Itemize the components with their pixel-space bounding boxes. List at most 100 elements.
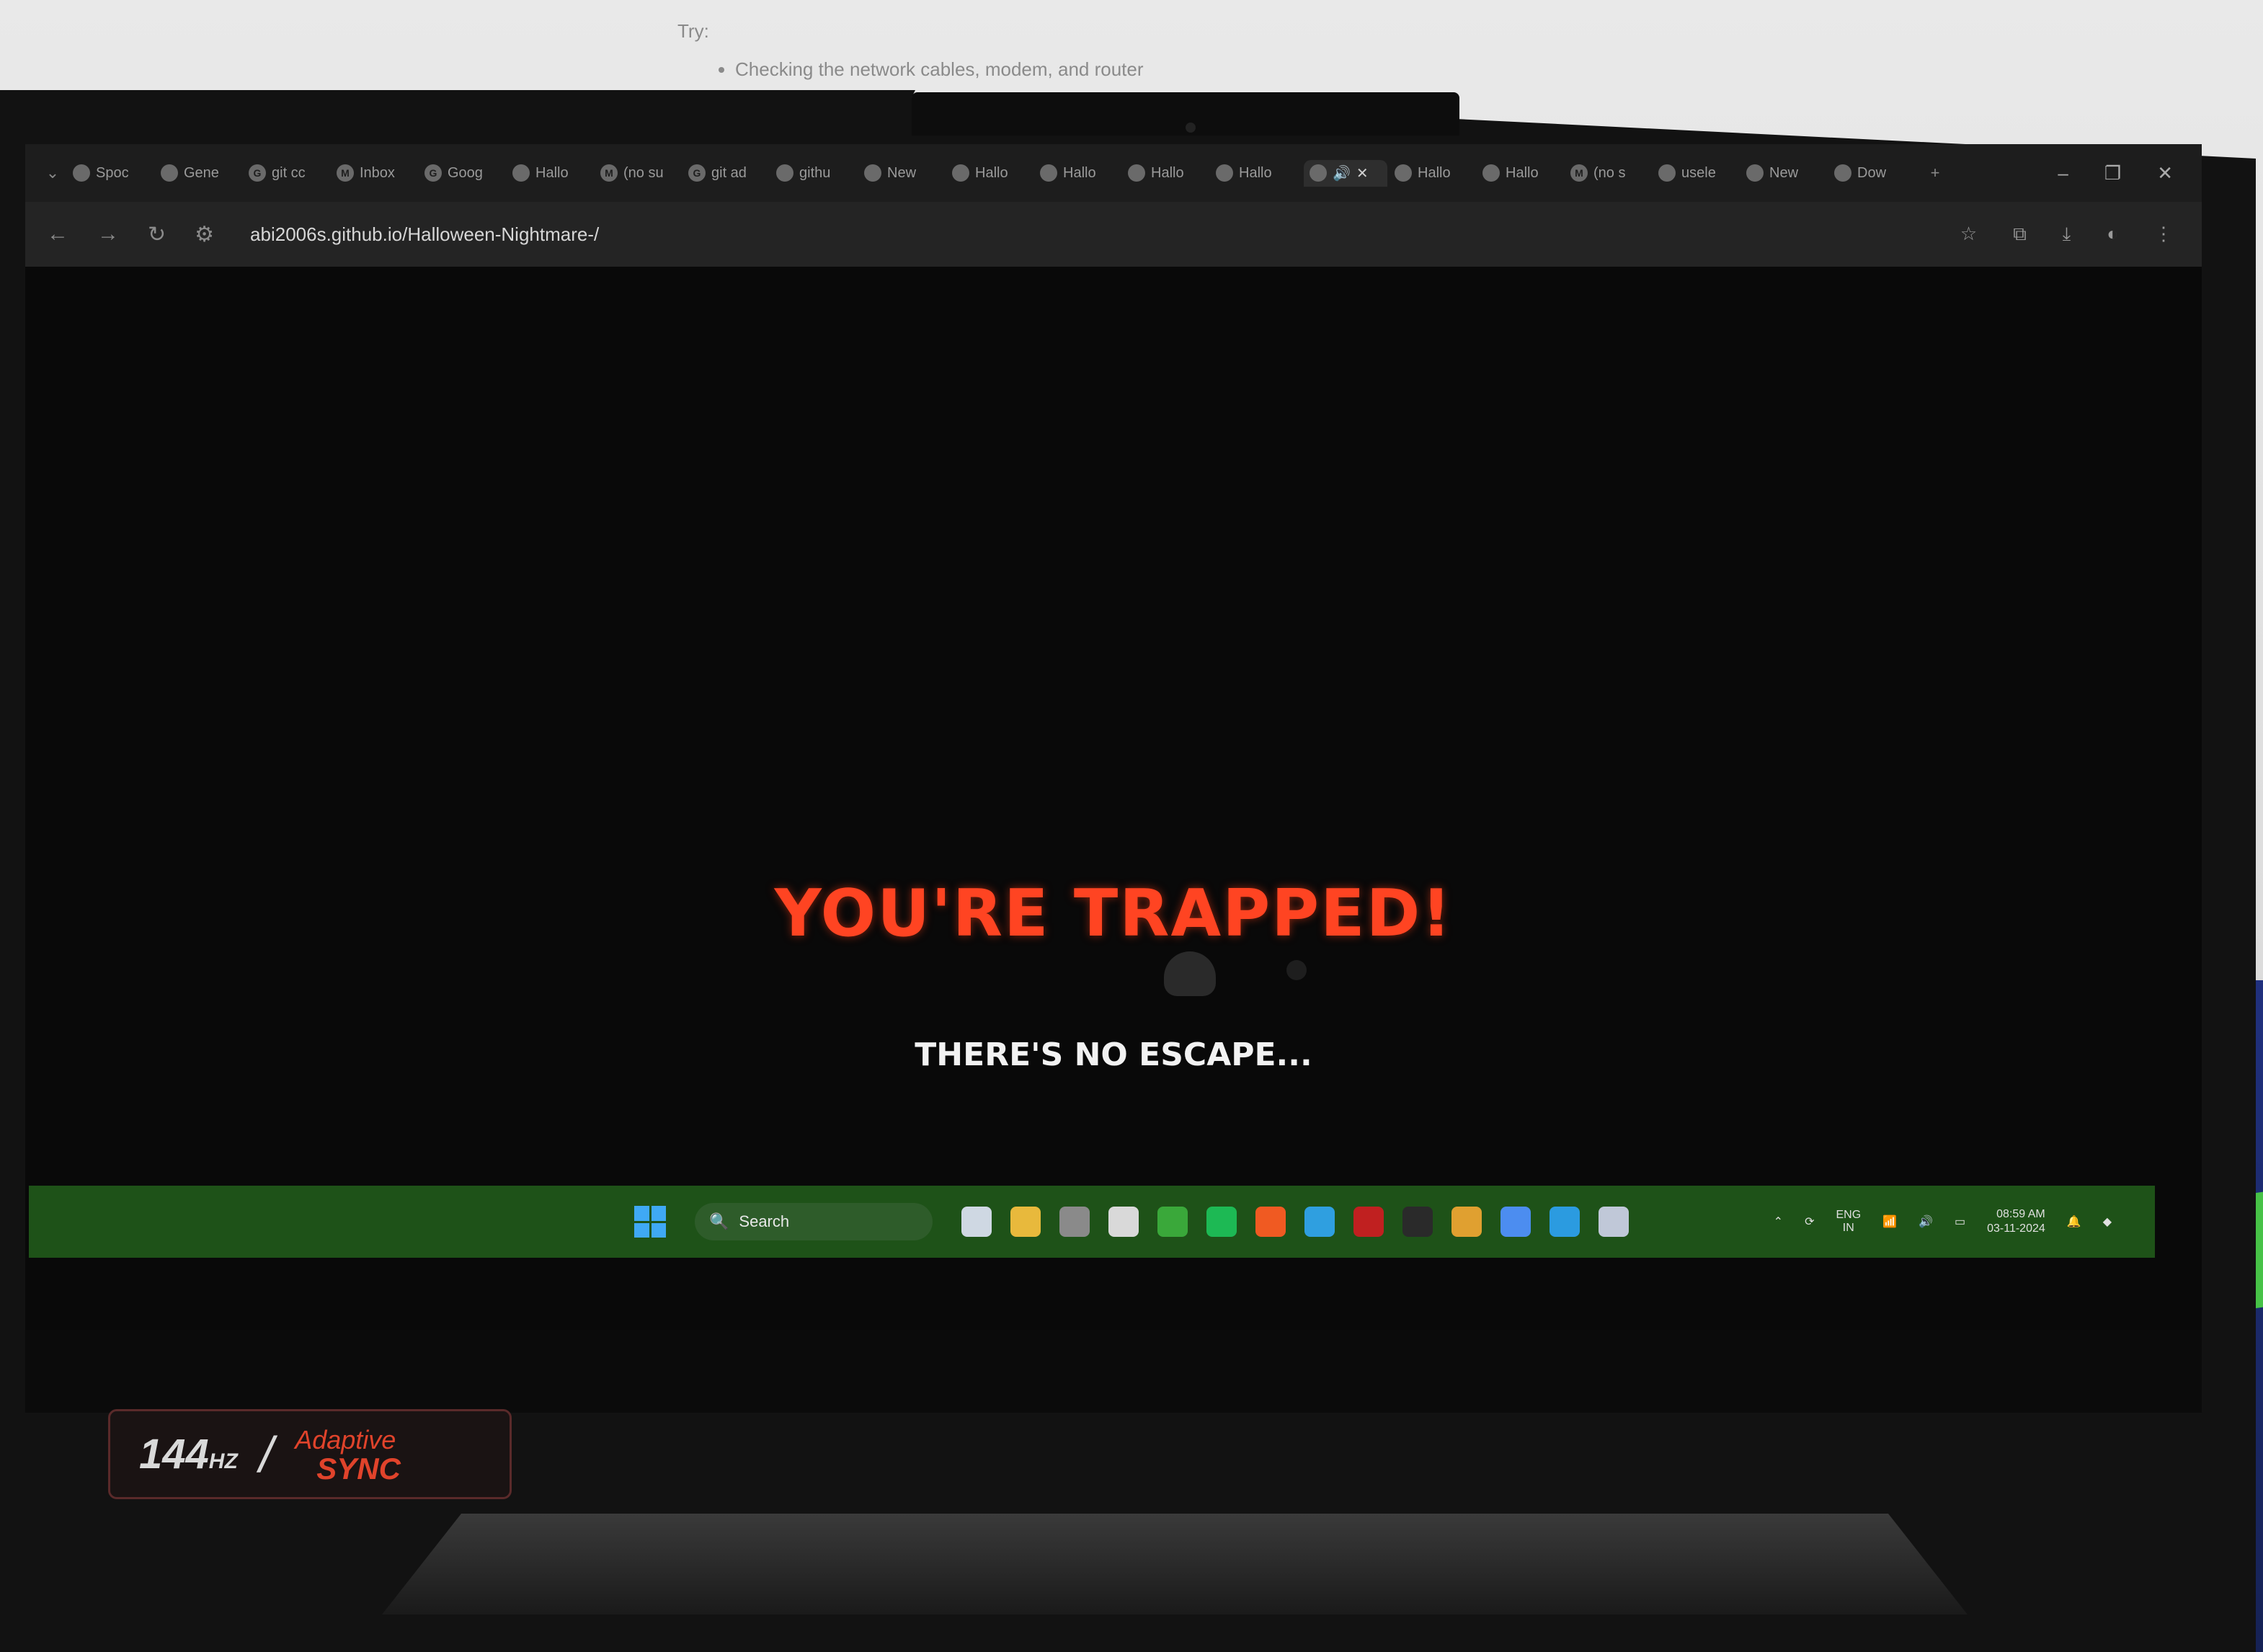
gmail-icon: M [337,164,354,182]
download-icon [1834,164,1851,182]
bookmark-star-icon[interactable]: ☆ [1960,223,1977,246]
reload-icon[interactable]: ↻ [148,222,166,247]
address-bar: ← → ↻ ⚙ abi2006s.github.io/Halloween-Nig… [25,202,2202,267]
notification-bell-icon[interactable]: 🔔 [2067,1214,2081,1229]
browser-tab-active[interactable]: 🔊 ✕ [1304,159,1387,187]
github-icon [1658,164,1676,182]
clock[interactable]: 08:59 AM 03-11-2024 [1987,1207,2045,1236]
terminal-icon[interactable] [1402,1207,1433,1237]
google-icon: G [249,164,266,182]
back-arrow-icon[interactable]: ← [47,222,68,247]
window-controls: – ❐ ✕ [2058,162,2202,185]
ghost-dot [1286,960,1307,980]
chrome-icon[interactable] [1451,1207,1482,1237]
snipping-tool-icon[interactable] [1599,1207,1629,1237]
language-indicator[interactable]: ENG IN [1836,1209,1861,1235]
download-icon[interactable]: ⤓ [2063,223,2071,246]
page-title: YOU'RE TRAPPED! [774,876,1453,951]
windows-taskbar: 🔍 Search ⌃ ⟳ ENG IN 📶 🔊 ▭ 08:59 AM 03-11… [29,1186,2155,1258]
minimize-icon[interactable]: – [2058,162,2068,185]
new-tab-button[interactable]: + [1922,164,1948,182]
profile-avatar[interactable]: ◐ [2107,223,2118,246]
site-settings-icon[interactable]: ⚙ [195,222,214,247]
restore-icon[interactable]: ❐ [2104,162,2121,185]
edge-icon[interactable] [1304,1207,1335,1237]
toolbar-actions: ☆ ⧉ ⤓ ◐ ⋮ [1960,223,2202,246]
copilot-icon[interactable]: ◆ [2103,1214,2112,1229]
taskbar-apps [961,1207,1629,1237]
tab-search-chevron-icon[interactable]: ⌄ [40,164,66,182]
skull-icon [1164,951,1216,996]
adaptive-sync-sticker: 144HZ / Adaptive SYNC [108,1409,512,1499]
browser-tab[interactable]: Hallo [1482,164,1563,182]
browser-tab[interactable]: New [864,164,945,182]
page-icon [1395,164,1412,182]
doc-try-label: Try: [677,20,709,42]
google-icon: G [688,164,706,182]
sticker-divider: / [259,1426,274,1483]
browser-tab[interactable]: Hallo [952,164,1033,182]
page-icon [1128,164,1145,182]
browser-tab[interactable]: Hallo [1128,164,1209,182]
chevron-up-icon[interactable]: ⌃ [1774,1214,1783,1229]
app-icon[interactable] [1059,1207,1090,1237]
browser-tab[interactable]: usele [1658,164,1739,182]
xbox-icon[interactable] [1157,1207,1188,1237]
browser-tab[interactable]: G Goog [424,164,505,182]
browser-tab[interactable]: M (no s [1570,164,1651,182]
browser-tab[interactable]: M (no su [600,164,681,182]
brave-icon[interactable] [1255,1207,1286,1237]
browser-tab[interactable]: New [1746,164,1827,182]
chrome-icon [1746,164,1764,182]
vscode-icon[interactable] [1550,1207,1580,1237]
armoury-icon[interactable] [1353,1207,1384,1237]
close-icon[interactable]: ✕ [2157,162,2173,185]
page-icon [1040,164,1057,182]
browser-tab[interactable]: Hallo [1040,164,1121,182]
battery-icon[interactable]: ▭ [1955,1214,1965,1229]
gmail-icon: M [600,164,618,182]
chrome-icon [864,164,881,182]
task-view-icon[interactable] [961,1207,992,1237]
refresh-rate: 144HZ [139,1431,238,1478]
search-icon: 🔍 [709,1212,729,1230]
wifi-icon[interactable]: 📶 [1882,1214,1897,1229]
browser-tab-bar: ⌄ Spoc Gene Ggit cc M Inbox G Goog Hallo M… [25,144,2202,202]
forward-arrow-icon[interactable]: → [97,222,119,247]
browser-tab[interactable]: Ggit ad [688,164,769,182]
speaker-icon[interactable]: 🔊 [1333,164,1351,182]
browser-tab[interactable]: Dow [1834,164,1915,182]
browser-tab[interactable]: Hallo [512,164,593,182]
gemini-icon [161,164,178,182]
google-icon: G [424,164,442,182]
chrome-canary-icon[interactable] [1500,1207,1531,1237]
globe-icon [73,164,90,182]
webcam-icon [1186,123,1196,133]
browser-tab[interactable]: Ggit cc [249,164,329,182]
spotify-icon[interactable] [1206,1207,1237,1237]
taskbar-search[interactable]: 🔍 Search [695,1203,933,1240]
store-icon[interactable] [1108,1207,1139,1237]
system-tray: ⌃ ⟳ ENG IN 📶 🔊 ▭ 08:59 AM 03-11-2024 🔔 ◆ [1774,1207,2155,1236]
browser-tab[interactable]: M Inbox [337,164,417,182]
tab-close-icon[interactable]: ✕ [1356,164,1369,182]
page-icon [512,164,530,182]
page-icon [1310,164,1327,182]
web-page: YOU'RE TRAPPED! THERE'S NO ESCAPE... [25,267,2202,1330]
extensions-icon[interactable]: ⧉ [2013,223,2027,246]
file-explorer-icon[interactable] [1010,1207,1041,1237]
menu-kebab-icon[interactable]: ⋮ [2154,223,2173,246]
browser-tab[interactable]: Spoc [73,164,154,182]
browser-tab[interactable]: Gene [161,164,241,182]
volume-icon[interactable]: 🔊 [1919,1214,1933,1229]
browser-tab[interactable]: githu [776,164,857,182]
browser-tab[interactable]: Hallo [1216,164,1297,182]
url-field[interactable]: abi2006s.github.io/Halloween-Nightmare-/ [250,223,599,246]
browser-tab[interactable]: Hallo [1395,164,1475,182]
sync-icon[interactable]: ⟳ [1805,1214,1814,1229]
page-icon [1216,164,1233,182]
windows-start-icon[interactable] [634,1206,666,1238]
page-icon [952,164,969,182]
page-icon [1482,164,1500,182]
stackoverflow-icon [776,164,793,182]
